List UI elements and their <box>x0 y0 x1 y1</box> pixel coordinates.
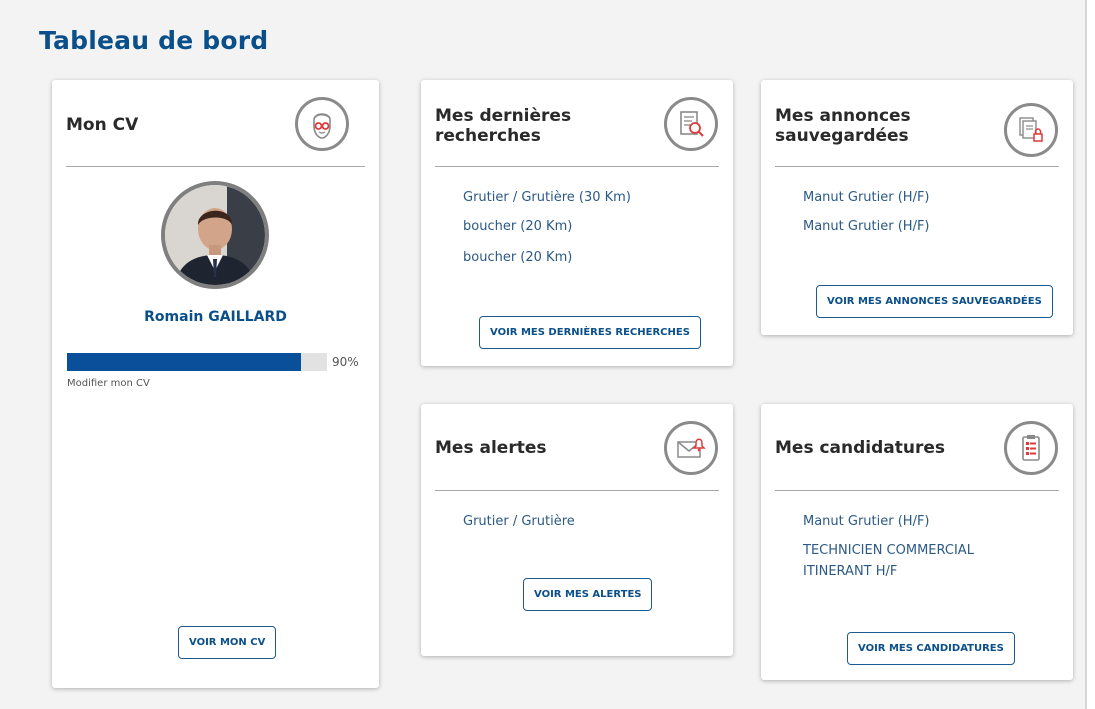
clipboard-list-icon <box>1004 421 1058 475</box>
view-searches-button[interactable]: VOIR MES DERNIÈRES RECHERCHES <box>479 316 701 349</box>
search-item[interactable]: boucher (20 Km) <box>463 247 713 268</box>
alerts-card-title: Mes alertes <box>435 438 547 458</box>
search-item[interactable]: boucher (20 Km) <box>463 216 713 237</box>
saved-job-item[interactable]: Manut Grutier (H/F) <box>803 187 1053 208</box>
profile-name: Romain GAILLARD <box>144 309 287 325</box>
cv-progress-fill <box>67 353 301 371</box>
applications-card-title: Mes candidatures <box>775 438 946 458</box>
document-search-icon <box>664 97 718 151</box>
cv-card-divider <box>66 166 365 167</box>
alert-item[interactable]: Grutier / Grutière <box>463 511 713 532</box>
saved-jobs-card-title: Mes annonces sauvegardées <box>775 106 911 146</box>
envelope-bell-icon <box>664 421 718 475</box>
applications-card-divider <box>775 490 1059 491</box>
view-applications-button[interactable]: VOIR MES CANDIDATURES <box>847 632 1015 665</box>
application-item[interactable]: Manut Grutier (H/F) <box>803 511 1053 532</box>
view-cv-button[interactable]: VOIR MON CV <box>178 626 277 659</box>
alerts-card: Mes alertes Grutier / Grutière VOIR MES … <box>421 404 733 656</box>
edit-cv-link[interactable]: Modifier mon CV <box>67 378 150 389</box>
applications-card: Mes candidatures Manut Grutier (H/F) TEC… <box>761 404 1073 680</box>
application-item[interactable]: TECHNICIEN COMMERCIAL ITINERANT H/F <box>803 540 1003 582</box>
saved-job-item[interactable]: Manut Grutier (H/F) <box>803 216 1053 237</box>
cv-progress-label: 90% <box>332 355 359 369</box>
view-saved-jobs-button[interactable]: VOIR MES ANNONCES SAUVEGARDÉES <box>816 285 1053 318</box>
saved-jobs-card-divider <box>775 166 1059 167</box>
cv-card: Mon CV Romain GAILLARD 90% Modifier mon … <box>52 80 379 688</box>
view-alerts-button[interactable]: VOIR MES ALERTES <box>523 578 653 611</box>
cv-face-icon <box>295 97 349 151</box>
dashboard-panel: Tableau de bord Mon CV Romain GAILLARD 9… <box>0 0 1087 709</box>
page-title: Tableau de bord <box>39 26 269 55</box>
avatar <box>161 181 269 289</box>
alerts-card-divider <box>435 490 719 491</box>
cv-card-title: Mon CV <box>66 115 139 135</box>
search-item[interactable]: Grutier / Grutière (30 Km) <box>463 187 713 208</box>
saved-jobs-card: Mes annonces sauvegardées Manut Grutier … <box>761 80 1073 335</box>
searches-card-divider <box>435 166 719 167</box>
searches-card: Mes dernières recherches Grutier / Gruti… <box>421 80 733 366</box>
saved-documents-lock-icon <box>1004 103 1058 157</box>
cv-progress-bar <box>67 353 327 371</box>
searches-card-title: Mes dernières recherches <box>435 106 572 146</box>
